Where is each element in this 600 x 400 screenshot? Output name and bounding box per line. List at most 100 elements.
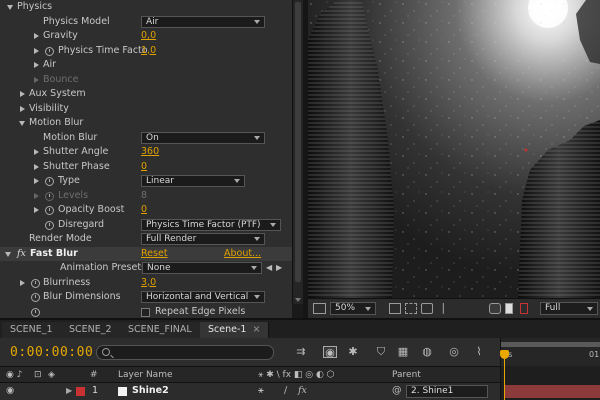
stopwatch-icon[interactable] bbox=[45, 177, 54, 186]
expand-triangle-icon[interactable] bbox=[5, 251, 11, 257]
layer-number-column: # bbox=[90, 370, 98, 380]
expand-triangle-icon[interactable] bbox=[20, 91, 25, 97]
effect-switch-icon[interactable]: fx bbox=[298, 383, 307, 399]
layer-name[interactable]: Shine2 bbox=[132, 383, 169, 399]
stopwatch-icon[interactable] bbox=[31, 307, 40, 317]
visibility-eye-icon[interactable]: ◉ bbox=[6, 383, 14, 399]
draft-3d-icon[interactable]: ✱ bbox=[346, 346, 360, 358]
disregard-dropdown[interactable]: Physics Time Factor (PTF) bbox=[141, 218, 281, 231]
tab-scene-1[interactable]: SCENE_1 bbox=[2, 322, 62, 338]
live-update-icon[interactable]: ◉ bbox=[323, 346, 337, 359]
repeat-edge-checkbox[interactable] bbox=[141, 307, 150, 317]
quality-switch-icon[interactable]: ∕ bbox=[284, 383, 287, 399]
playhead-handle-icon[interactable] bbox=[500, 350, 509, 359]
color-channel-icon[interactable] bbox=[520, 303, 528, 314]
fit-icon[interactable] bbox=[389, 303, 401, 314]
blurriness-value[interactable]: 3,0 bbox=[141, 276, 156, 291]
layer-search-input[interactable] bbox=[96, 345, 274, 360]
physics-group[interactable]: Physics bbox=[0, 0, 292, 15]
animation-presets-dropdown[interactable]: None bbox=[142, 262, 262, 274]
work-area-bar[interactable] bbox=[501, 342, 600, 347]
shutter-phase-value[interactable]: 0 bbox=[141, 160, 147, 175]
blur-dimensions-label: Blur Dimensions bbox=[43, 291, 121, 302]
next-preset-icon[interactable]: ▶ bbox=[276, 261, 282, 276]
av-features-icon: ◉ ♪ bbox=[6, 370, 23, 380]
mask-visibility-icon[interactable] bbox=[421, 303, 433, 314]
opacity-boost-value[interactable]: 0 bbox=[141, 203, 147, 218]
opacity-boost-row: Opacity Boost 0 bbox=[0, 203, 292, 218]
label-color-swatch[interactable] bbox=[76, 387, 85, 396]
time-ruler[interactable]: 0s 01 bbox=[500, 338, 600, 366]
grid-overlay-icon[interactable] bbox=[405, 303, 417, 314]
visibility-group[interactable]: Visibility bbox=[0, 102, 292, 117]
graph-editor-icon[interactable]: ⌇ bbox=[472, 346, 486, 358]
layer-timebar-area[interactable] bbox=[500, 366, 600, 400]
composition-viewer[interactable] bbox=[308, 0, 600, 298]
stopwatch-icon[interactable] bbox=[45, 220, 54, 230]
physics-model-dropdown[interactable]: Air bbox=[141, 15, 265, 28]
levels-label: Levels bbox=[58, 189, 89, 201]
scroll-down-icon[interactable] bbox=[295, 298, 301, 302]
motion-blur-group[interactable]: Motion Blur bbox=[0, 116, 292, 131]
about-link[interactable]: About... bbox=[224, 247, 261, 262]
parent-dropdown[interactable]: 2. Shine1 bbox=[406, 385, 488, 398]
brainstorm-icon[interactable]: ◎ bbox=[447, 346, 461, 358]
render-mode-label: Render Mode bbox=[29, 233, 92, 244]
expand-triangle-icon[interactable] bbox=[34, 163, 39, 170]
type-row: Type Linear bbox=[0, 174, 292, 189]
stopwatch-icon[interactable] bbox=[31, 293, 40, 302]
air-group[interactable]: Air bbox=[0, 58, 292, 73]
ptf-value[interactable]: 1,0 bbox=[141, 44, 156, 59]
show-channel-icon[interactable] bbox=[505, 303, 513, 314]
close-tab-icon[interactable]: × bbox=[252, 324, 260, 335]
layer-name-column[interactable]: Layer Name bbox=[118, 367, 173, 383]
composition-mini-flowchart-icon[interactable]: ⇉ bbox=[294, 346, 308, 358]
zoom-dropdown[interactable]: 50% bbox=[330, 302, 376, 315]
frame-blending-icon[interactable]: ▦ bbox=[396, 346, 410, 358]
previous-preset-icon[interactable]: ◀ bbox=[266, 261, 272, 276]
stopwatch-icon[interactable] bbox=[45, 206, 54, 215]
expand-triangle-icon[interactable] bbox=[34, 62, 39, 68]
type-label: Type bbox=[58, 175, 80, 186]
expand-triangle-icon[interactable] bbox=[34, 207, 39, 213]
tab-scene-final[interactable]: SCENE_FINAL bbox=[120, 322, 201, 338]
hide-shy-layers-icon[interactable]: ⛉ bbox=[374, 346, 388, 358]
expand-triangle-icon[interactable] bbox=[20, 279, 25, 286]
snapshot-icon[interactable] bbox=[489, 303, 501, 314]
current-time-display[interactable]: 0:00:00:00 bbox=[10, 345, 93, 360]
stopwatch-icon[interactable] bbox=[31, 278, 40, 288]
tab-scene-2[interactable]: SCENE_2 bbox=[61, 322, 121, 338]
expand-layer-icon[interactable]: ▶ bbox=[66, 383, 72, 399]
shutter-phase-row: Shutter Phase 0 bbox=[0, 160, 292, 175]
shutter-angle-value[interactable]: 360 bbox=[141, 145, 159, 160]
repeat-edge-row: Repeat Edge Pixels bbox=[0, 305, 292, 319]
expand-triangle-icon[interactable] bbox=[20, 105, 25, 112]
expand-triangle-icon[interactable] bbox=[19, 121, 25, 126]
pick-whip-icon[interactable]: @ bbox=[392, 383, 402, 399]
fast-blur-header[interactable]: fx Fast Blur Reset About... bbox=[0, 246, 292, 262]
layer-duration-bar[interactable] bbox=[505, 385, 600, 398]
expand-triangle-icon[interactable] bbox=[34, 47, 39, 54]
reset-link[interactable]: Reset bbox=[141, 247, 168, 262]
render-mode-dropdown[interactable]: Full Render bbox=[141, 233, 265, 245]
gravity-value[interactable]: 0,0 bbox=[141, 29, 156, 44]
resolution-dropdown[interactable]: Full bbox=[540, 302, 598, 315]
expand-triangle-icon[interactable] bbox=[34, 178, 39, 184]
effects-scrollbar[interactable] bbox=[292, 0, 303, 304]
blur-dimensions-dropdown[interactable]: Horizontal and Vertical bbox=[141, 291, 265, 303]
aux-system-group[interactable]: Aux System bbox=[0, 87, 292, 102]
motion-blur-switch-icon[interactable]: ◍ bbox=[420, 346, 434, 358]
always-preview-icon[interactable] bbox=[313, 303, 326, 314]
expand-triangle-icon[interactable] bbox=[7, 5, 13, 10]
lock-icon: ⊡ bbox=[34, 370, 42, 380]
scrollbar-thumb[interactable] bbox=[295, 2, 301, 282]
expand-triangle-icon[interactable] bbox=[34, 33, 39, 39]
type-dropdown[interactable]: Linear bbox=[141, 175, 245, 187]
fx-icon[interactable]: fx bbox=[17, 247, 26, 262]
expand-triangle-icon[interactable] bbox=[34, 149, 39, 155]
ptf-row: Physics Time Facto 1,0 bbox=[0, 44, 292, 59]
shy-switch-icon[interactable]: ⚹ bbox=[258, 383, 264, 399]
tab-scene-dash-1[interactable]: Scene-1 × bbox=[200, 322, 270, 338]
motion-blur-dropdown[interactable]: On bbox=[141, 131, 265, 144]
stopwatch-icon[interactable] bbox=[45, 46, 54, 56]
